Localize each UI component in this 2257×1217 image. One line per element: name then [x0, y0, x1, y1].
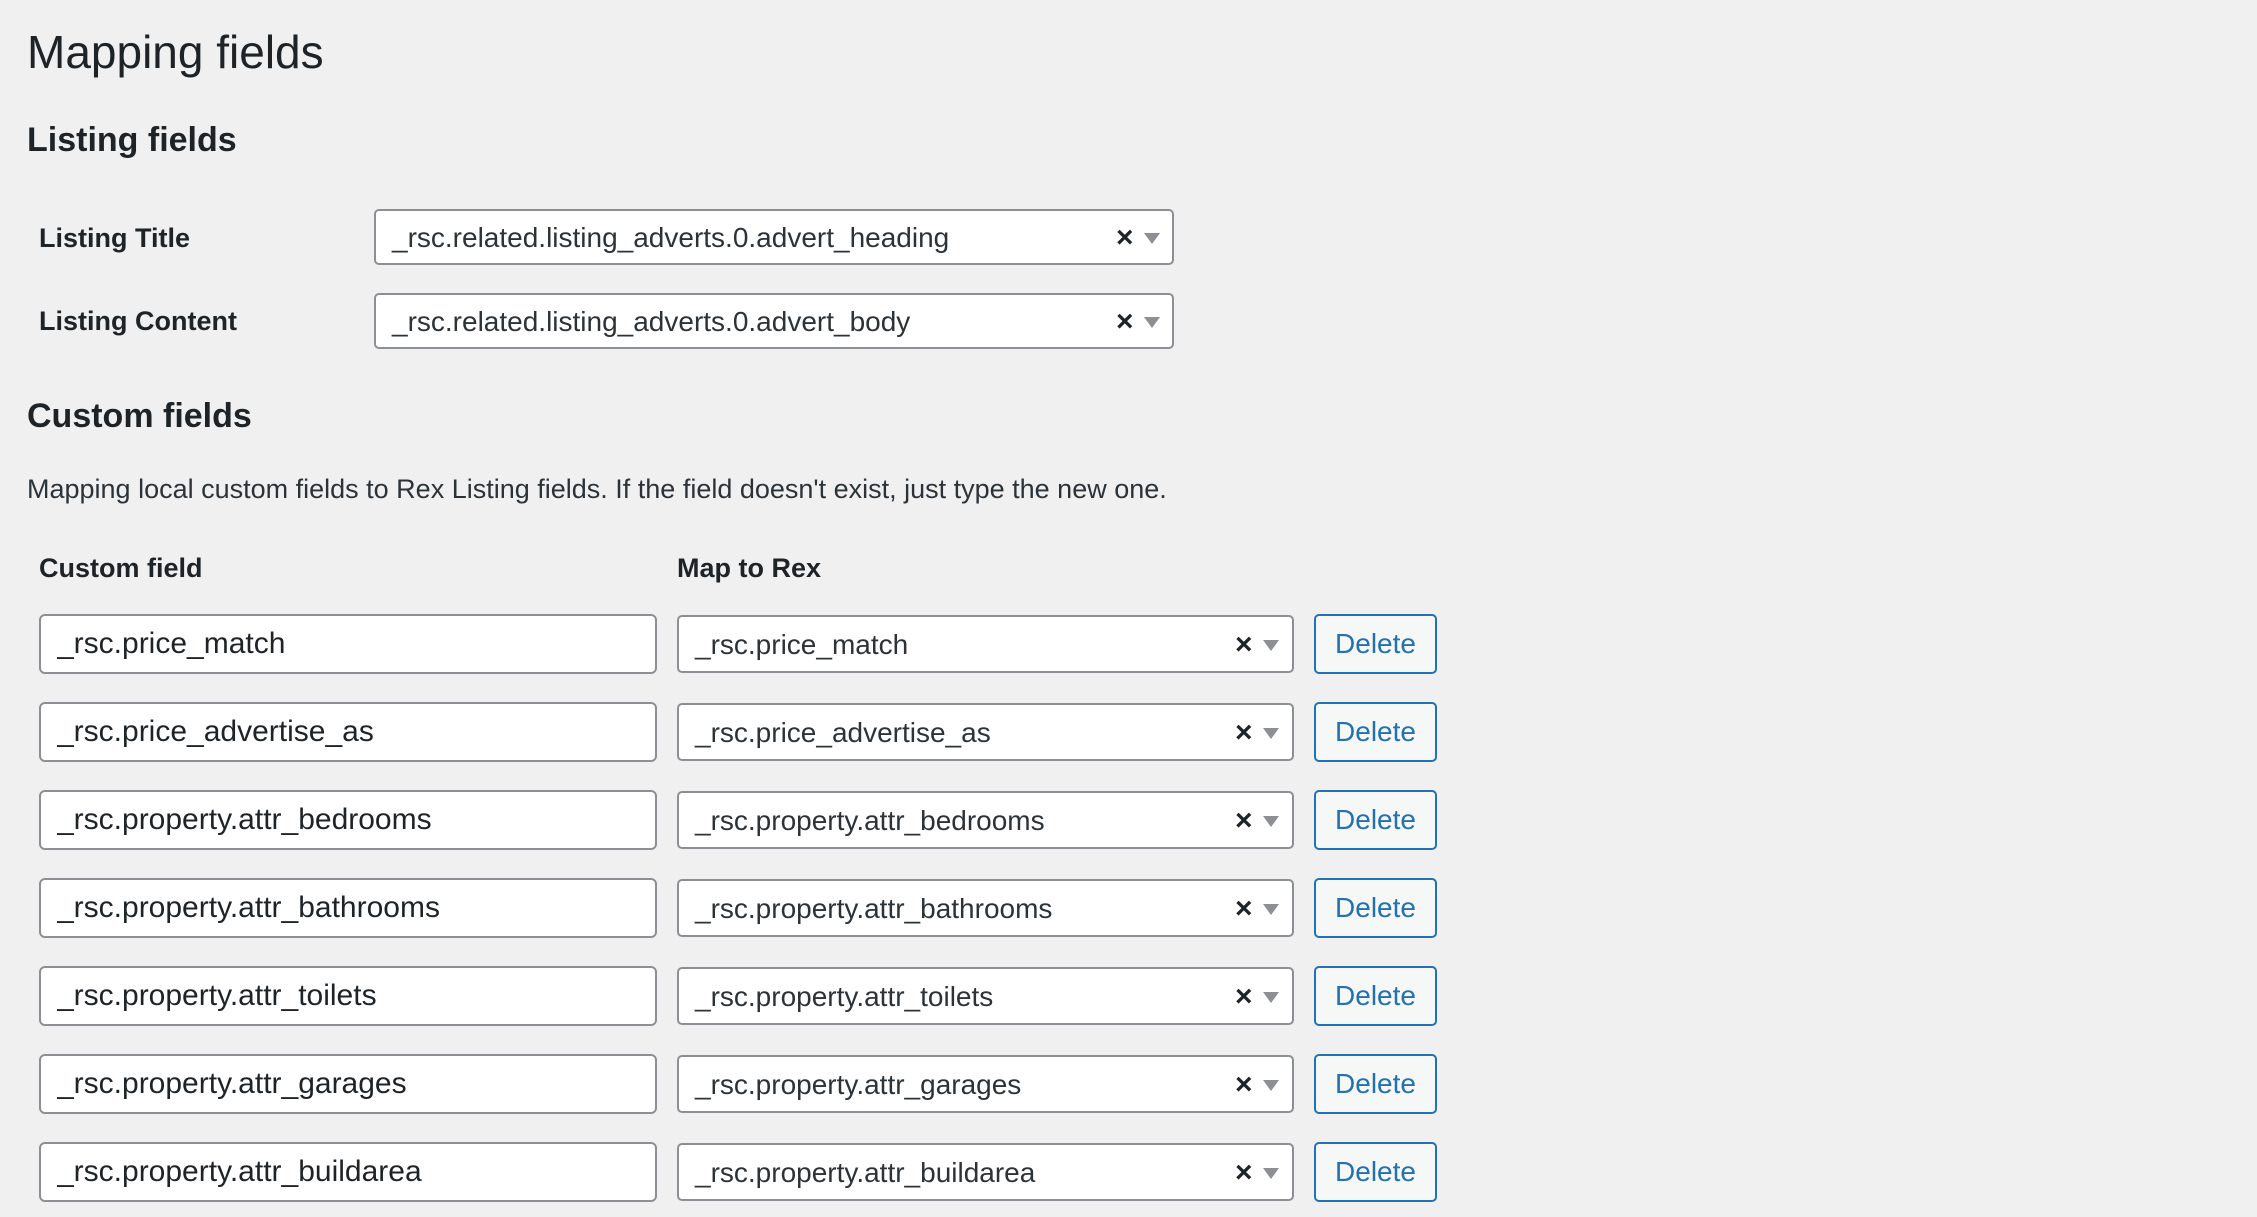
delete-row-button[interactable]: Delete	[1314, 614, 1437, 674]
delete-row-button[interactable]: Delete	[1314, 1142, 1437, 1202]
map-selected-value: _rsc.property.attr_toilets	[695, 981, 994, 1012]
listing-content-select[interactable]: _rsc.related.listing_adverts.0.advert_bo…	[374, 293, 1174, 349]
dropdown-arrow-icon[interactable]	[1263, 904, 1279, 915]
delete-row-button[interactable]: Delete	[1314, 878, 1437, 938]
dropdown-arrow-icon[interactable]	[1263, 816, 1279, 827]
custom-field-input[interactable]	[39, 790, 657, 850]
delete-row-button[interactable]: Delete	[1314, 702, 1437, 762]
clear-icon[interactable]: ×	[1235, 617, 1253, 673]
custom-fields-heading: Custom fields	[27, 397, 252, 435]
listing-content-label: Listing Content	[39, 306, 237, 336]
custom-field-input[interactable]	[39, 702, 657, 762]
map-to-rex-select[interactable]: _rsc.price_match ×	[677, 615, 1294, 673]
map-to-rex-select[interactable]: _rsc.price_advertise_as ×	[677, 703, 1294, 761]
listing-title-selected-value: _rsc.related.listing_adverts.0.advert_he…	[392, 222, 950, 253]
delete-row-button[interactable]: Delete	[1314, 1054, 1437, 1114]
dropdown-arrow-icon[interactable]	[1263, 1168, 1279, 1179]
dropdown-arrow-icon[interactable]	[1263, 640, 1279, 651]
dropdown-arrow-icon[interactable]	[1263, 728, 1279, 739]
listing-title-label: Listing Title	[39, 223, 191, 253]
custom-field-input[interactable]	[39, 966, 657, 1026]
map-to-rex-select[interactable]: _rsc.property.attr_bedrooms ×	[677, 791, 1294, 849]
map-to-rex-select[interactable]: _rsc.property.attr_buildarea ×	[677, 1143, 1294, 1201]
listing-fields-heading: Listing fields	[27, 121, 237, 159]
dropdown-arrow-icon[interactable]	[1144, 317, 1160, 328]
clear-icon[interactable]: ×	[1116, 295, 1134, 349]
custom-field-input[interactable]	[39, 1054, 657, 1114]
listing-title-select[interactable]: _rsc.related.listing_adverts.0.advert_he…	[374, 209, 1174, 265]
map-selected-value: _rsc.property.attr_garages	[695, 1069, 1022, 1100]
clear-icon[interactable]: ×	[1235, 881, 1253, 937]
delete-row-button[interactable]: Delete	[1314, 790, 1437, 850]
custom-field-input[interactable]	[39, 1142, 657, 1202]
map-to-rex-select[interactable]: _rsc.property.attr_bathrooms ×	[677, 879, 1294, 937]
mapping-fields-page: Mapping fields Listing fields Listing Ti…	[0, 0, 2257, 1217]
clear-icon[interactable]: ×	[1235, 969, 1253, 1025]
map-selected-value: _rsc.price_match	[695, 629, 909, 660]
map-selected-value: _rsc.property.attr_bathrooms	[695, 893, 1053, 924]
dropdown-arrow-icon[interactable]	[1144, 233, 1160, 244]
clear-icon[interactable]: ×	[1235, 793, 1253, 849]
clear-icon[interactable]: ×	[1235, 1145, 1253, 1201]
map-to-rex-column-header: Map to Rex	[677, 553, 822, 583]
listing-content-selected-value: _rsc.related.listing_adverts.0.advert_bo…	[392, 306, 911, 337]
map-selected-value: _rsc.property.attr_bedrooms	[695, 805, 1045, 836]
delete-row-button[interactable]: Delete	[1314, 966, 1437, 1026]
map-selected-value: _rsc.property.attr_buildarea	[695, 1157, 1036, 1188]
custom-fields-description: Mapping local custom fields to Rex Listi…	[27, 474, 1167, 504]
clear-icon[interactable]: ×	[1116, 211, 1134, 265]
map-to-rex-select[interactable]: _rsc.property.attr_toilets ×	[677, 967, 1294, 1025]
map-selected-value: _rsc.price_advertise_as	[695, 717, 991, 748]
custom-field-input[interactable]	[39, 614, 657, 674]
page-title: Mapping fields	[27, 26, 324, 78]
custom-field-column-header: Custom field	[39, 553, 203, 583]
custom-field-input[interactable]	[39, 878, 657, 938]
dropdown-arrow-icon[interactable]	[1263, 1080, 1279, 1091]
clear-icon[interactable]: ×	[1235, 705, 1253, 761]
dropdown-arrow-icon[interactable]	[1263, 992, 1279, 1003]
clear-icon[interactable]: ×	[1235, 1057, 1253, 1113]
map-to-rex-select[interactable]: _rsc.property.attr_garages ×	[677, 1055, 1294, 1113]
